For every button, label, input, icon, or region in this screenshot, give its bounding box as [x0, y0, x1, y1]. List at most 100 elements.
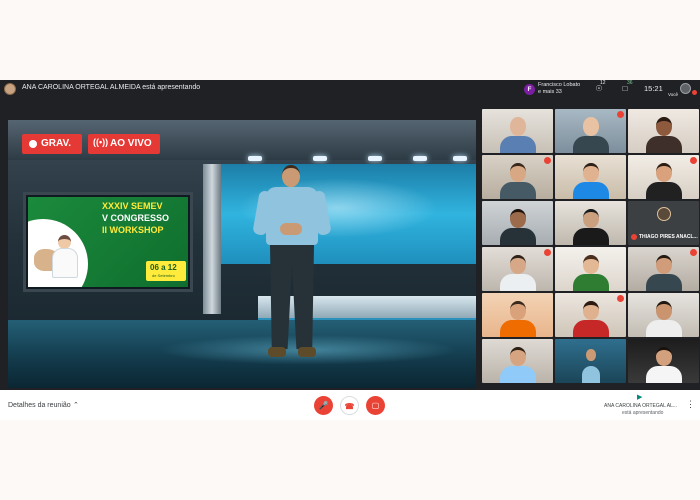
participant-head [510, 117, 526, 136]
vet-image [50, 235, 80, 279]
presenter-head [282, 165, 300, 187]
participant-head [583, 301, 599, 320]
chevron-up-icon[interactable]: ⌃ [73, 401, 79, 409]
participant-tile[interactable] [628, 293, 699, 337]
participant-tile[interactable] [555, 201, 626, 245]
studio-pillar [203, 164, 221, 314]
presenter-figure [252, 165, 334, 365]
presentation-stage: GRAV. ((•)) AO VIVO XXXIV SEMEV V CONGRE… [8, 120, 476, 388]
presenting-sub: está apresentando [622, 410, 664, 416]
poster-date-sub: de Setembro [152, 273, 175, 278]
participant-head [583, 163, 599, 182]
camera-off-icon: ▢ [371, 401, 380, 410]
recording-label: GRAV. [41, 138, 72, 149]
participant-tile[interactable] [555, 247, 626, 291]
participant-head [510, 209, 526, 228]
top-bar: ANA CAROLINA ORTEGAL ALMEIDA está aprese… [0, 80, 700, 98]
ceiling-light [248, 156, 262, 161]
participant-head [656, 301, 672, 320]
mic-off-icon [690, 249, 697, 256]
poster-title-congresso: V CONGRESSO [102, 213, 170, 223]
ceiling-light [313, 156, 327, 161]
poster-date-main: 06 a 12 [150, 263, 177, 272]
participant-body [573, 320, 609, 337]
self-avatar[interactable] [680, 83, 691, 94]
self-label: Você [668, 92, 679, 97]
participant-avatar [657, 207, 671, 221]
participant-head [586, 349, 596, 361]
participant-head [510, 347, 526, 366]
participant-body [500, 320, 536, 337]
participant-body [573, 136, 609, 153]
hangup-icon: ☎ [344, 402, 355, 411]
record-dot-icon [29, 140, 37, 148]
participant-head [656, 117, 672, 136]
meeting-details-button[interactable]: Detalhes da reunião [8, 402, 71, 409]
participant-body [646, 136, 682, 153]
participant-head [510, 255, 526, 274]
mic-off-icon [631, 234, 637, 240]
participant-body [573, 228, 609, 245]
participant-name-label: THIAGO PIRES ANACL... [631, 234, 698, 240]
presenter-shirt [266, 187, 318, 245]
participant-tile[interactable] [628, 155, 699, 199]
participant-tile[interactable] [482, 293, 553, 337]
participant-tile[interactable] [555, 155, 626, 199]
participant-tile[interactable] [482, 109, 553, 153]
participant-tile[interactable] [482, 155, 553, 199]
presenter-legs [270, 245, 314, 349]
participant-name: THIAGO PIRES ANACL... [639, 234, 698, 240]
participant-tile[interactable] [555, 109, 626, 153]
participant-tile[interactable] [628, 247, 699, 291]
participant-tile[interactable] [628, 109, 699, 153]
participant-head [656, 255, 672, 274]
participant-head [656, 163, 672, 182]
participant-tile[interactable] [555, 339, 626, 383]
participant-chip-more: e mais 33 [538, 89, 562, 95]
mic-off-icon [690, 157, 697, 164]
more-vert-icon[interactable]: ⋮ [686, 399, 695, 410]
participant-tile[interactable] [482, 339, 553, 383]
ceiling-light [368, 156, 382, 161]
participant-chip-name: Francisco Lobato [538, 82, 581, 88]
participant-head [583, 209, 599, 228]
presenter-hands [280, 223, 302, 235]
participant-tile[interactable] [628, 339, 699, 383]
participant-body [646, 274, 682, 291]
participant-tile[interactable] [555, 293, 626, 337]
vet-head [58, 235, 71, 249]
camera-toggle-button[interactable]: ▢ [366, 396, 385, 415]
live-badge: ((•)) AO VIVO [88, 134, 160, 154]
participant-body [500, 182, 536, 199]
poster-date-badge: 06 a 12 de Setembro [146, 261, 186, 281]
poster-title-workshop: II WORKSHOP [102, 225, 164, 235]
participant-head [656, 347, 672, 366]
people-count: 12 [600, 80, 606, 86]
ceiling-light [413, 156, 427, 161]
hangup-button[interactable]: ☎ [340, 396, 359, 415]
event-poster: XXXIV SEMEV V CONGRESSO II WORKSHOP 06 a… [28, 197, 188, 287]
mic-off-icon [544, 249, 551, 256]
meet-window: ANA CAROLINA ORTEGAL ALMEIDA está aprese… [0, 80, 700, 420]
mic-off-icon: 🎤 [318, 401, 329, 410]
participant-grid: THIAGO PIRES ANACL... [482, 109, 700, 391]
mic-off-icon [617, 295, 624, 302]
participant-body [573, 182, 609, 199]
participant-body [573, 274, 609, 291]
ceiling-light [453, 156, 467, 161]
live-label: AO VIVO [110, 138, 152, 149]
presenting-name: ANA CAROLINA ORTEGAL AL... [604, 403, 678, 409]
participant-body [582, 366, 600, 383]
participant-head [583, 255, 599, 274]
vet-coat [52, 248, 78, 278]
participant-head [510, 163, 526, 182]
poster-title-semev: XXXIV SEMEV [102, 201, 163, 211]
participant-tile[interactable] [482, 247, 553, 291]
mic-toggle-button[interactable]: 🎤 [314, 396, 333, 415]
participant-tile-thiago[interactable]: THIAGO PIRES ANACL... [628, 201, 699, 245]
present-screen-icon[interactable]: ▶ [637, 393, 642, 401]
participant-chip[interactable]: F Francisco Lobato e mais 33 [524, 81, 582, 97]
mic-off-icon [544, 157, 551, 164]
self-mic-off-indicator [692, 90, 697, 95]
participant-tile[interactable] [482, 201, 553, 245]
